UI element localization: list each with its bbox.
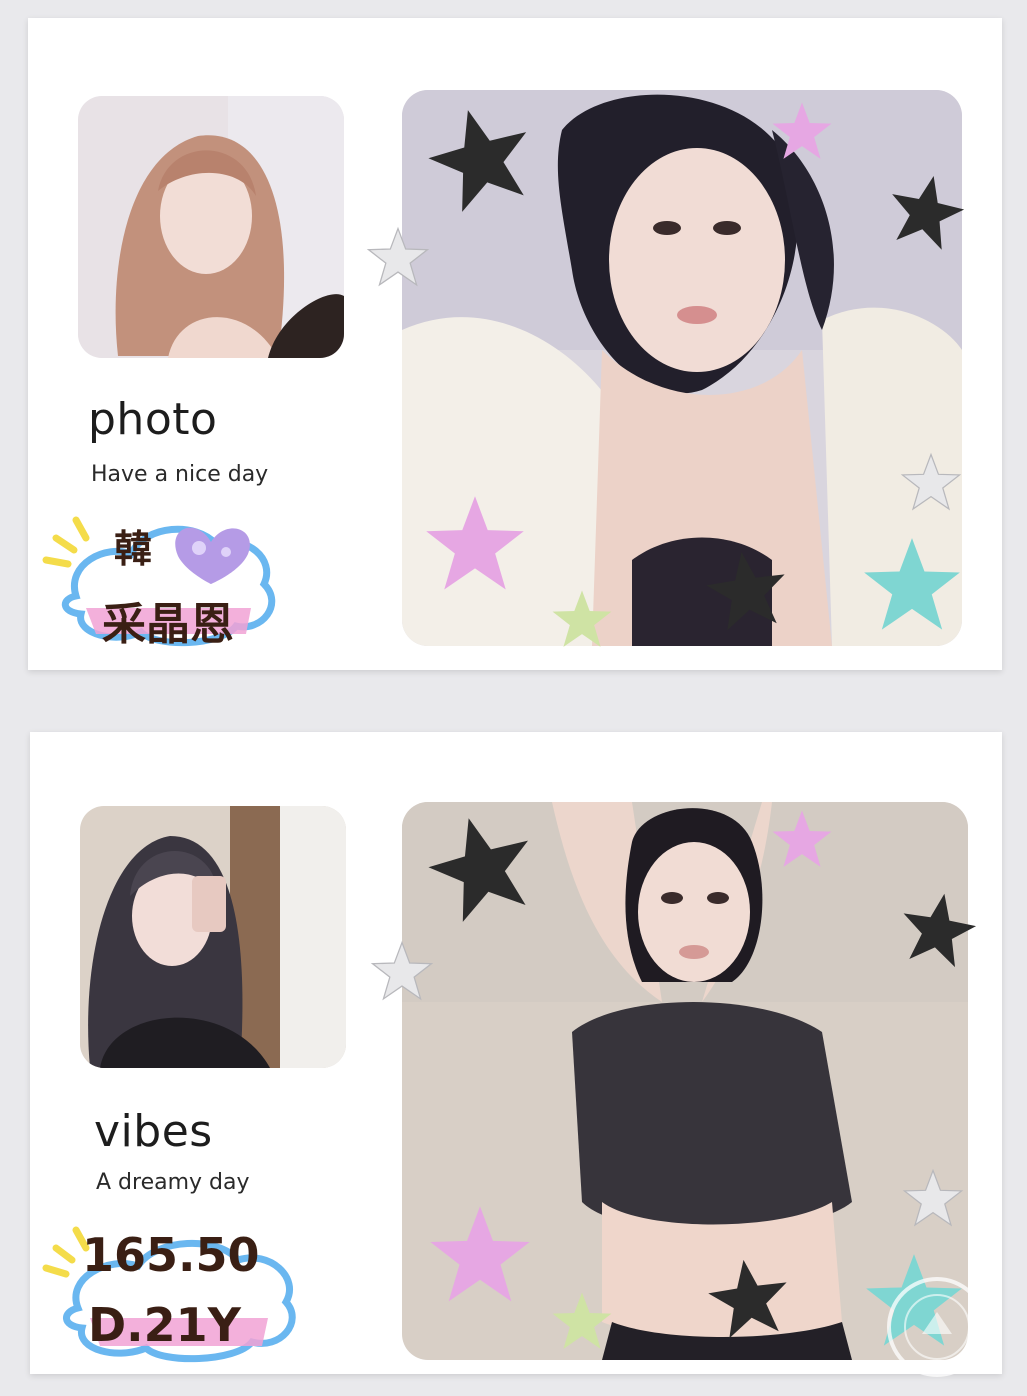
star-black-icon <box>426 812 538 924</box>
star-black-icon <box>886 172 966 252</box>
stats-sticker: 165.50 D.21Y <box>38 1218 308 1368</box>
height-weight-text: 165.50 <box>82 1228 260 1282</box>
star-silver-icon <box>367 227 429 286</box>
star-silver-icon <box>903 1169 963 1226</box>
thumbnail-photo[interactable] <box>78 96 344 358</box>
sticker-line1: 韓 <box>114 527 153 571</box>
star-pink-icon <box>430 1206 530 1302</box>
star-pink-icon <box>772 102 832 159</box>
star-silver-icon <box>371 941 433 1000</box>
thumbnail-photo[interactable] <box>80 806 346 1068</box>
card-title: photo <box>88 394 218 445</box>
photo-card-1: photo Have a nice day 韓 采晶恩 <box>28 18 1002 670</box>
star-black-icon <box>426 104 536 214</box>
cup-age-text: D.21Y <box>88 1298 241 1352</box>
star-mint-icon <box>864 538 960 630</box>
photo-card-2: vibes A dreamy day 165.50 D.21Y <box>30 732 1002 1377</box>
star-pink-icon <box>426 496 524 590</box>
sticker-line2: 采晶恩 <box>102 599 234 650</box>
star-black-icon <box>704 548 790 633</box>
star-lime-icon <box>552 1292 612 1349</box>
card-title: vibes <box>94 1106 213 1157</box>
star-lime-icon <box>552 590 612 647</box>
star-silver-icon <box>901 453 961 510</box>
card-subtitle: A dreamy day <box>96 1170 250 1195</box>
star-black-icon <box>706 1256 792 1341</box>
star-pink-icon <box>772 810 832 867</box>
star-black-icon <box>898 890 978 970</box>
name-sticker: 韓 采晶恩 <box>36 504 286 654</box>
watermark-seal-icon <box>887 1277 987 1377</box>
card-subtitle: Have a nice day <box>91 462 269 487</box>
